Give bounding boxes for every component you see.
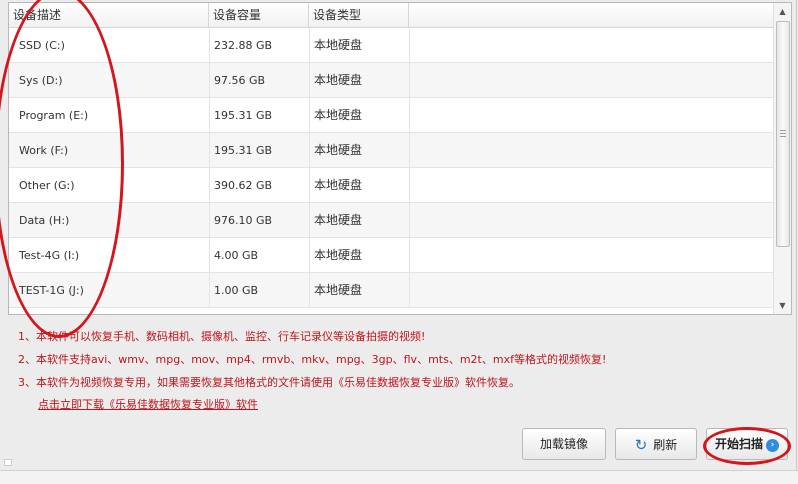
empty-cell <box>409 203 775 238</box>
empty-cell <box>409 168 775 203</box>
device-table: 设备描述 设备容量 设备类型 SSD (C:) 232.88 GB 本地硬盘 S… <box>8 2 792 315</box>
table-row[interactable]: Test-4G (I:) 4.00 GB 本地硬盘 <box>9 238 775 273</box>
device-type: 本地硬盘 <box>309 203 409 238</box>
table-row[interactable]: SSD (C:) 232.88 GB 本地硬盘 <box>9 28 775 63</box>
device-type: 本地硬盘 <box>309 63 409 98</box>
table-row[interactable]: Other (G:) 390.62 GB 本地硬盘 <box>9 168 775 203</box>
grip-line <box>780 133 786 134</box>
device-capacity: 232.88 GB <box>209 28 309 63</box>
scrollbar-thumb[interactable] <box>776 21 790 247</box>
device-type: 本地硬盘 <box>309 28 409 63</box>
chevron-down-icon[interactable]: ▼ <box>774 297 791 314</box>
device-capacity: 195.31 GB <box>209 98 309 133</box>
download-pro-link[interactable]: 点击立即下载《乐易佳数据恢复专业版》软件 <box>38 396 258 412</box>
device-type: 本地硬盘 <box>309 168 409 203</box>
device-description: Program (E:) <box>19 109 89 122</box>
device-description: Work (F:) <box>19 144 69 157</box>
device-capacity: 390.62 GB <box>209 168 309 203</box>
note-line: 1、本软件可以恢复手机、数码相机、摄像机、监控、行车记录仪等设备拍摄的视频! <box>18 330 426 343</box>
load-image-label: 加载镜像 <box>539 437 588 451</box>
table-row[interactable]: Sys (D:) 97.56 GB 本地硬盘 <box>9 63 775 98</box>
device-description: Test-4G (I:) <box>19 249 80 262</box>
device-description: SSD (C:) <box>19 39 65 52</box>
bottom-strip <box>0 470 798 484</box>
note-line: 3、本软件为视频恢复专用，如果需要恢复其他格式的文件请使用《乐易佳数据恢复专业版… <box>18 376 520 389</box>
device-capacity: 195.31 GB <box>209 133 309 168</box>
vertical-scrollbar[interactable]: ▲ ▼ <box>773 3 791 314</box>
device-type: 本地硬盘 <box>309 238 409 273</box>
device-capacity: 4.00 GB <box>209 238 309 273</box>
notes-section: 1、本软件可以恢复手机、数码相机、摄像机、监控、行车记录仪等设备拍摄的视频! 2… <box>18 328 606 397</box>
resize-grip <box>4 459 12 466</box>
empty-cell <box>409 238 775 273</box>
empty-cell <box>409 98 775 133</box>
start-scan-button[interactable]: 开始扫描 › <box>706 428 788 460</box>
table-row[interactable]: TEST-1G (J:) 1.00 GB 本地硬盘 <box>9 273 775 308</box>
table-body: SSD (C:) 232.88 GB 本地硬盘 Sys (D:) 97.56 G… <box>9 28 775 308</box>
table-row[interactable]: Program (E:) 195.31 GB 本地硬盘 <box>9 98 775 133</box>
start-scan-label: 开始扫描 <box>714 437 763 451</box>
column-header-description[interactable]: 设备描述 <box>9 3 209 27</box>
device-capacity: 976.10 GB <box>209 203 309 238</box>
empty-cell <box>409 28 775 63</box>
refresh-icon: ↻ <box>634 436 648 454</box>
table-row[interactable]: Data (H:) 976.10 GB 本地硬盘 <box>9 203 775 238</box>
note-line: 2、本软件支持avi、wmv、mpg、mov、mp4、rmvb、mkv、mpg、… <box>18 353 607 366</box>
table-header: 设备描述 设备容量 设备类型 <box>9 3 775 28</box>
device-description: TEST-1G (J:) <box>19 284 84 297</box>
device-capacity: 1.00 GB <box>209 273 309 308</box>
chevron-up-icon[interactable]: ▲ <box>774 3 791 20</box>
device-description: Data (H:) <box>19 214 70 227</box>
grip-line <box>780 136 786 137</box>
device-description: Sys (D:) <box>19 74 63 87</box>
empty-cell <box>409 133 775 168</box>
device-description: Other (G:) <box>19 179 75 192</box>
arrow-right-circle-icon: › <box>766 439 779 452</box>
device-type: 本地硬盘 <box>309 133 409 168</box>
grip-line <box>780 130 786 131</box>
device-capacity: 97.56 GB <box>209 63 309 98</box>
empty-cell <box>409 273 775 308</box>
table-row[interactable]: Work (F:) 195.31 GB 本地硬盘 <box>9 133 775 168</box>
refresh-button[interactable]: ↻ 刷新 <box>615 428 697 460</box>
empty-cell <box>409 63 775 98</box>
refresh-label: 刷新 <box>653 438 678 452</box>
column-header-capacity[interactable]: 设备容量 <box>209 3 309 27</box>
column-header-type[interactable]: 设备类型 <box>309 3 409 27</box>
load-image-button[interactable]: 加载镜像 <box>522 428 606 460</box>
device-type: 本地硬盘 <box>309 273 409 308</box>
device-type: 本地硬盘 <box>309 98 409 133</box>
